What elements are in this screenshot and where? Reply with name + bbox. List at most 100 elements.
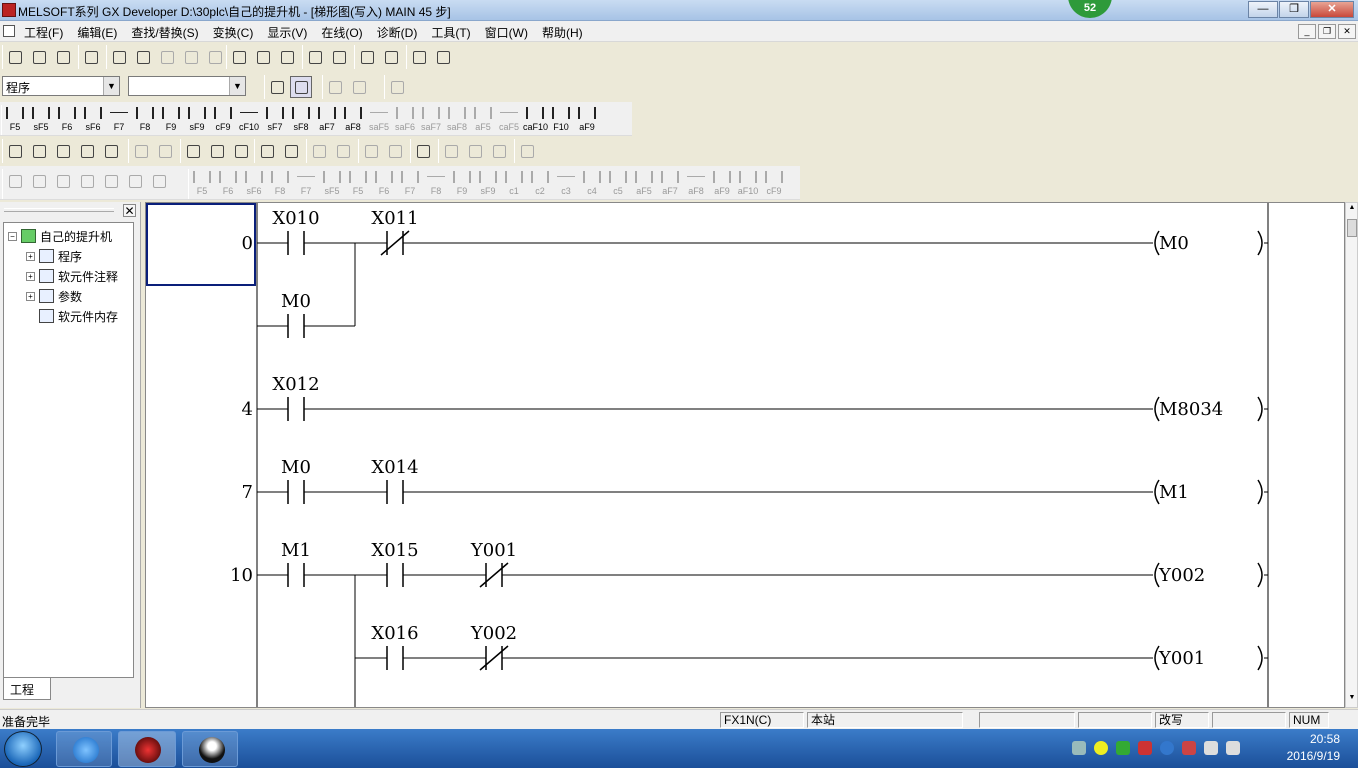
ladder-key-af5-button[interactable]: aF5 — [632, 169, 656, 197]
write-plc-icon[interactable] — [304, 46, 326, 68]
sfc-s1-icon[interactable] — [76, 170, 98, 192]
ladder-key-f10-button[interactable]: F10 — [549, 105, 573, 133]
ladder-key-f8-button[interactable]: F8 — [424, 169, 448, 197]
device-search-icon[interactable] — [76, 140, 98, 162]
ladder-key-cf10-button[interactable]: cF10 — [237, 105, 261, 133]
collapse-icon[interactable]: − — [8, 231, 17, 241]
expand-icon[interactable]: + — [26, 271, 35, 281]
ladder-key-c5-button[interactable]: c5 — [606, 169, 630, 197]
vertical-scrollbar[interactable]: ▲ ▼ — [1345, 202, 1358, 708]
close-button[interactable]: ✕ — [1310, 1, 1354, 18]
menu-diagnostics[interactable]: 诊断(D) — [377, 24, 418, 41]
doc-close-button[interactable]: ✕ — [1338, 24, 1356, 39]
chevron-down-icon[interactable]: ▼ — [229, 77, 245, 95]
sfc-icon[interactable] — [130, 140, 152, 162]
ladder-diagram[interactable]: 0 X010 X011 M0 M0 4 X012 M8034 7 M0 X014 M1 10 M1 X015… — [146, 203, 1345, 708]
document-icon[interactable] — [3, 25, 15, 37]
ladder-key-af10-button[interactable]: aF10 — [736, 169, 760, 197]
sfc-transition-icon[interactable] — [28, 170, 50, 192]
find-contact-icon[interactable] — [276, 46, 298, 68]
ladder-key-f8-button[interactable]: F8 — [133, 105, 157, 133]
ladder-key-f8-button[interactable]: F8 — [268, 169, 292, 197]
zoom-view-icon[interactable] — [280, 140, 302, 162]
block-select[interactable]: ▼ — [128, 76, 246, 96]
ladder-key-sf7-button[interactable]: sF7 — [263, 105, 287, 133]
menu-tools[interactable]: 工具(T) — [431, 24, 470, 41]
volume-icon[interactable] — [1226, 741, 1240, 755]
menu-help[interactable]: 帮助(H) — [542, 24, 583, 41]
ladder-key-f6-button[interactable]: F6 — [372, 169, 396, 197]
insert-row-icon[interactable] — [308, 140, 330, 162]
notification-badge[interactable]: 52 — [1068, 0, 1112, 18]
add-icon[interactable] — [1094, 741, 1108, 755]
signal-icon[interactable] — [1204, 741, 1218, 755]
sfc-block-icon[interactable] — [100, 170, 122, 192]
grid-icon[interactable] — [256, 140, 278, 162]
ladder-key-sf9-button[interactable]: sF9 — [185, 105, 209, 133]
device-list-icon[interactable] — [52, 140, 74, 162]
ladder-key-af5-button[interactable]: aF5 — [471, 105, 495, 133]
note-icon[interactable] — [386, 76, 408, 98]
sfc-grid-icon[interactable] — [124, 170, 146, 192]
find-instruction-icon[interactable] — [252, 46, 274, 68]
monitor-icon[interactable] — [408, 46, 430, 68]
menu-window[interactable]: 窗口(W) — [485, 24, 528, 41]
minimize-button[interactable]: — — [1248, 1, 1278, 18]
ladder-key-af8-button[interactable]: aF8 — [341, 105, 365, 133]
tree-root[interactable]: − 自己的提升机 — [8, 227, 112, 245]
ladder-key-af9-button[interactable]: aF9 — [575, 105, 599, 133]
step-icon[interactable] — [440, 140, 462, 162]
print-icon[interactable] — [80, 46, 102, 68]
statement-icon[interactable] — [348, 76, 370, 98]
ladder-key-f6-button[interactable]: F6 — [216, 169, 240, 197]
ladder-key-f5-button[interactable]: F5 — [346, 169, 370, 197]
ladder-key-saf8-button[interactable]: saF8 — [445, 105, 469, 133]
panel-grip[interactable] — [4, 208, 114, 212]
ladder-view-icon[interactable] — [290, 76, 312, 98]
ladder-key-c3-button[interactable]: c3 — [554, 169, 578, 197]
ladder-key-sf6-button[interactable]: sF6 — [81, 105, 105, 133]
paste-icon[interactable] — [156, 46, 178, 68]
usb-icon[interactable] — [1182, 741, 1196, 755]
read-plc-icon[interactable] — [328, 46, 350, 68]
ladder-key-c2-button[interactable]: c2 — [528, 169, 552, 197]
tree-item-device-comment[interactable]: + 软元件注释 — [26, 267, 118, 285]
menu-edit[interactable]: 编辑(E) — [77, 24, 117, 41]
menu-convert[interactable]: 变换(C) — [213, 24, 254, 41]
ladder-key-f7-button[interactable]: F7 — [107, 105, 131, 133]
menu-project[interactable]: 工程(F) — [24, 24, 63, 41]
menu-view[interactable]: 显示(V) — [267, 24, 307, 41]
cross-reference-icon[interactable] — [28, 140, 50, 162]
scroll-down-icon[interactable]: ▼ — [1347, 694, 1357, 706]
ladder-key-f6-button[interactable]: F6 — [55, 105, 79, 133]
ladder-key-af7-button[interactable]: aF7 — [315, 105, 339, 133]
ladder-key-sf9-button[interactable]: sF9 — [476, 169, 500, 197]
sfc-step-icon[interactable] — [4, 170, 26, 192]
open-file-icon[interactable] — [28, 46, 50, 68]
copy-block-icon[interactable] — [360, 140, 382, 162]
ladder-key-cf9-button[interactable]: cF9 — [211, 105, 235, 133]
ladder-key-saf6-button[interactable]: saF6 — [393, 105, 417, 133]
network-tray-icon[interactable] — [1160, 741, 1174, 755]
chevron-down-icon[interactable]: ▼ — [103, 77, 119, 95]
undo-icon[interactable] — [180, 46, 202, 68]
menu-online[interactable]: 在线(O) — [321, 24, 362, 41]
close-icon[interactable]: ✕ — [123, 204, 136, 217]
menu-find-replace[interactable]: 查找/替换(S) — [131, 24, 198, 41]
find-device-icon[interactable] — [228, 46, 250, 68]
tab-project[interactable]: 工程 — [3, 678, 51, 700]
ladder-key-sf6-button[interactable]: sF6 — [242, 169, 266, 197]
ladder-key-saf5-button[interactable]: saF5 — [367, 105, 391, 133]
parameter-icon[interactable] — [4, 140, 26, 162]
delete-row-icon[interactable] — [332, 140, 354, 162]
taskbar-ie[interactable] — [56, 731, 112, 767]
sfc-edit-icon[interactable] — [154, 140, 176, 162]
ladder-key-sf8-button[interactable]: sF8 — [289, 105, 313, 133]
taskbar-gx-developer[interactable] — [118, 731, 176, 767]
ladder-key-af7-button[interactable]: aF7 — [658, 169, 682, 197]
zoom-out-icon[interactable] — [380, 46, 402, 68]
maximize-button[interactable]: ❐ — [1279, 1, 1309, 18]
start-button[interactable] — [4, 731, 42, 767]
ladder-key-c1-button[interactable]: c1 — [502, 169, 526, 197]
ladder-key-f5-button[interactable]: F5 — [190, 169, 214, 197]
